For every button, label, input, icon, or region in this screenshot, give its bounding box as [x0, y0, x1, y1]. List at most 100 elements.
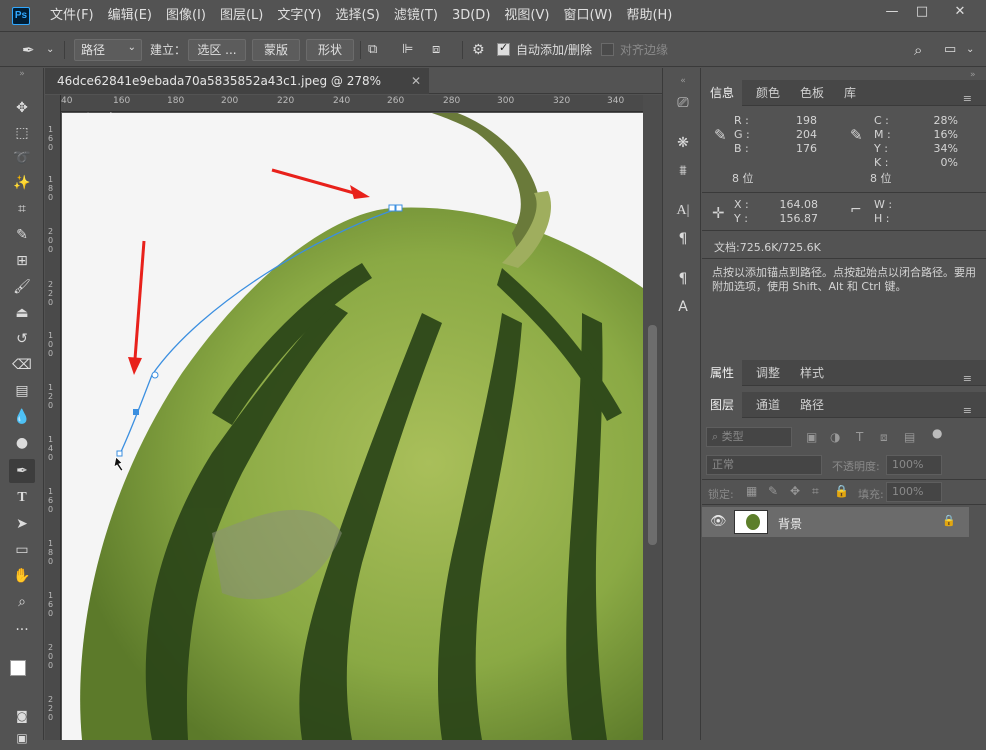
character-panel-icon[interactable]: A| — [671, 200, 695, 222]
tab-libraries[interactable]: 库 — [836, 80, 864, 106]
lock-artboard-icon[interactable]: ⌗ — [812, 484, 819, 499]
tab-adjustments[interactable]: 调整 — [748, 360, 788, 386]
document-tab[interactable]: 46dce62841e9ebada70a5835852a43c1.jpeg @ … — [45, 68, 429, 114]
shape-filter-icon[interactable]: ⧈ — [880, 430, 888, 445]
layer-row[interactable]: 👁 背景 🔒 — [702, 507, 969, 537]
menu-list: 文件(F) 编辑(E) 图像(I) 图层(L) 文字(Y) 选择(S) 滤镜(T… — [50, 0, 686, 32]
tab-channels[interactable]: 通道 — [748, 392, 788, 418]
panel-menu-icon[interactable]: ≡ — [955, 86, 980, 112]
zoom-tool-icon[interactable]: ⌕ — [9, 590, 35, 614]
menu-select[interactable]: 选择(S) — [335, 0, 379, 32]
layer-filter-select[interactable]: ⌕ 类型 — [706, 427, 792, 447]
path-operations-icon[interactable]: ⧉ — [368, 39, 377, 61]
menu-edit[interactable]: 编辑(E) — [108, 0, 152, 32]
rectangle-tool-icon[interactable]: ▭ — [9, 538, 35, 562]
dodge-tool-icon[interactable]: ● — [9, 431, 35, 455]
type-filter-icon[interactable]: T — [856, 430, 863, 444]
adjustment-filter-icon[interactable]: ◑ — [830, 430, 840, 444]
move-tool-icon[interactable]: ✥ — [9, 96, 35, 120]
hand-tool-icon[interactable]: ✋ — [9, 564, 35, 588]
filter-toggle-icon[interactable]: ● — [932, 426, 942, 440]
menu-file[interactable]: 文件(F) — [50, 0, 94, 32]
collapse-icon[interactable]: « — [671, 70, 695, 92]
tab-layers[interactable]: 图层 — [702, 392, 743, 418]
lock-transparent-icon[interactable]: ▦ — [746, 484, 757, 498]
eraser-tool-icon[interactable]: ⌫ — [9, 353, 35, 377]
make-mask-button[interactable]: 蒙版 — [252, 39, 300, 61]
align-edges-checkbox[interactable] — [601, 43, 614, 56]
tab-info[interactable]: 信息 — [702, 80, 743, 106]
search-icon[interactable]: ⌕ — [914, 39, 922, 61]
smart-object-filter-icon[interactable]: ▤ — [904, 430, 915, 444]
vertical-scrollbar[interactable] — [643, 95, 662, 740]
type-tool-icon[interactable]: T — [9, 486, 35, 510]
minimize-button[interactable]: — — [879, 2, 905, 22]
gear-icon[interactable]: ⚙ — [472, 39, 485, 61]
opacity-field[interactable]: 100% — [886, 455, 942, 475]
menu-type[interactable]: 文字(Y) — [277, 0, 321, 32]
marquee-tool-icon[interactable]: ⬚ — [9, 121, 35, 145]
pen-mode-select[interactable]: 路径 ⌄ — [74, 39, 142, 61]
menu-3d[interactable]: 3D(D) — [452, 0, 490, 32]
navigator-panel-icon[interactable]: ❋ — [671, 132, 695, 154]
lock-all-icon[interactable]: 🔒 — [834, 484, 849, 498]
menu-image[interactable]: 图像(I) — [166, 0, 206, 32]
pen-tool-preset-icon[interactable]: ✒ — [22, 39, 35, 61]
eyedropper-tool-icon[interactable]: ✎ — [9, 223, 35, 247]
pen-tool-icon[interactable]: ✒ — [9, 459, 35, 483]
maximize-button[interactable]: □ — [909, 2, 935, 22]
magic-wand-tool-icon[interactable]: ✨ — [9, 171, 35, 195]
history-panel-icon[interactable]: ⎚ — [671, 92, 695, 114]
document-canvas[interactable] — [62, 113, 643, 740]
tab-paths[interactable]: 路径 — [792, 392, 832, 418]
menu-layer[interactable]: 图层(L) — [220, 0, 263, 32]
quick-mask-icon[interactable]: ◙ — [9, 704, 35, 728]
foreground-color-swatch[interactable] — [10, 660, 26, 676]
ruler-tick-label: 340 — [607, 96, 625, 106]
character-styles-icon[interactable]: A — [671, 296, 695, 318]
histogram-panel-icon[interactable]: ⩩ — [671, 160, 695, 182]
path-selection-tool-icon[interactable]: ➤ — [9, 512, 35, 536]
lock-position-icon[interactable]: ✥ — [790, 484, 800, 498]
close-icon[interactable]: ✕ — [411, 68, 421, 94]
collapse-icon[interactable]: » — [9, 68, 35, 80]
collapse-icon[interactable]: » — [970, 70, 976, 80]
clone-stamp-tool-icon[interactable]: ⏏ — [9, 301, 35, 325]
paragraph-styles-icon[interactable]: ¶ — [671, 268, 695, 290]
tab-swatches[interactable]: 色板 — [792, 80, 832, 106]
crop-tool-icon[interactable]: ⌗ — [9, 197, 35, 221]
path-arrangement-icon[interactable]: ⧈ — [432, 39, 440, 61]
eye-visibility-icon[interactable]: 👁 — [710, 514, 727, 529]
path-alignment-icon[interactable]: ⊫ — [402, 39, 413, 61]
tab-color[interactable]: 颜色 — [748, 80, 788, 106]
menu-window[interactable]: 窗口(W) — [563, 0, 612, 32]
menu-view[interactable]: 视图(V) — [504, 0, 549, 32]
auto-add-delete-checkbox[interactable] — [497, 41, 510, 56]
tab-styles[interactable]: 样式 — [792, 360, 832, 386]
lock-image-icon[interactable]: ✎ — [768, 484, 778, 498]
more-tools-icon[interactable]: ··· — [9, 618, 35, 642]
menu-filter[interactable]: 滤镜(T) — [394, 0, 438, 32]
menu-help[interactable]: 帮助(H) — [626, 0, 672, 32]
image-filter-icon[interactable]: ▣ — [806, 430, 817, 444]
paragraph-panel-icon[interactable]: ¶ — [671, 228, 695, 250]
gradient-tool-icon[interactable]: ▤ — [9, 379, 35, 403]
tab-properties[interactable]: 属性 — [702, 360, 743, 386]
blend-mode-select[interactable]: 正常 — [706, 455, 822, 475]
make-selection-button[interactable]: 选区 ... — [188, 39, 246, 61]
close-window-button[interactable]: ✕ — [947, 2, 973, 22]
fill-field[interactable]: 100% — [886, 482, 942, 502]
brush-tool-icon[interactable]: 🖌 — [9, 275, 35, 299]
blur-tool-icon[interactable]: 💧 — [9, 405, 35, 429]
healing-brush-tool-icon[interactable]: ⊞ — [9, 249, 35, 273]
workspace-chevron-down-icon[interactable]: ⌄ — [966, 39, 974, 61]
scrollbar-thumb[interactable] — [648, 325, 657, 545]
preset-chevron-down-icon[interactable]: ⌄ — [46, 39, 54, 61]
panel-menu-icon[interactable]: ≡ — [955, 366, 980, 392]
lasso-tool-icon[interactable]: ➰ — [9, 146, 35, 170]
make-shape-button[interactable]: 形状 — [306, 39, 354, 61]
screen-mode-icon[interactable]: ▣ — [9, 726, 35, 750]
workspace-icon[interactable]: ▭ — [944, 39, 956, 61]
panel-menu-icon[interactable]: ≡ — [955, 398, 980, 424]
history-brush-tool-icon[interactable]: ↺ — [9, 327, 35, 351]
